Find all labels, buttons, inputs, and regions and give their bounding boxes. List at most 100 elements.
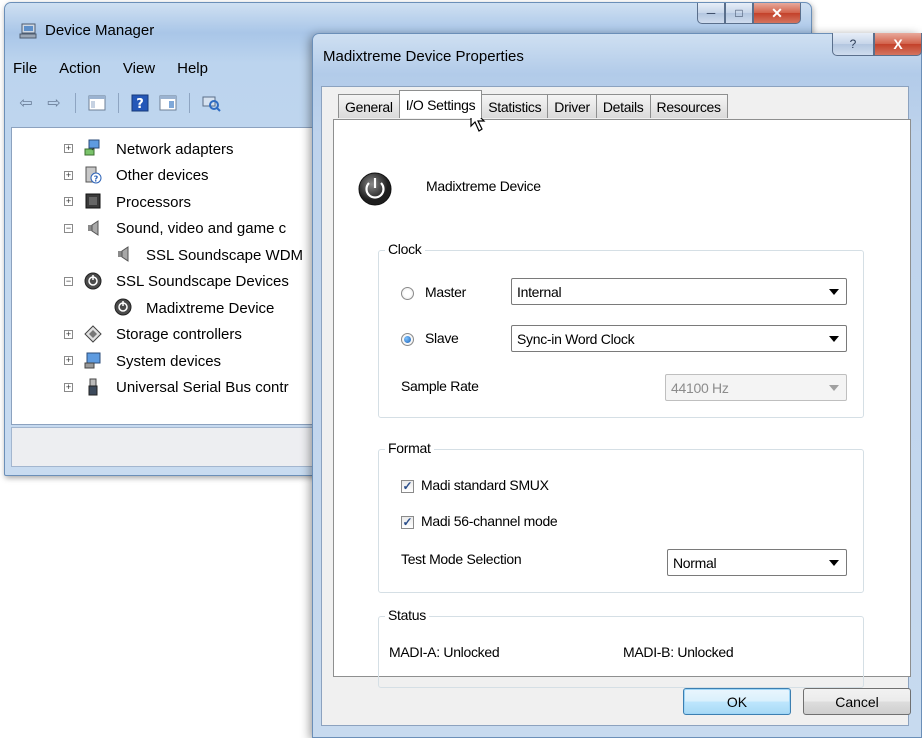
- power-knob-icon: [114, 298, 132, 316]
- minimize-button[interactable]: ─: [697, 3, 725, 24]
- forward-arrow-icon[interactable]: ⇨: [43, 93, 65, 113]
- slave-source-dropdown[interactable]: Sync-in Word Clock: [511, 325, 847, 352]
- expand-icon[interactable]: +: [64, 329, 73, 339]
- expand-icon[interactable]: +: [64, 144, 73, 153]
- maximize-icon: □: [735, 6, 743, 20]
- minimize-icon: ─: [706, 6, 716, 20]
- tree-item-label: Network adapters: [116, 140, 234, 158]
- tab-resources[interactable]: Resources: [649, 94, 728, 118]
- tree-item-system-devices[interactable]: + System devices: [12, 348, 330, 375]
- dialog-close-button[interactable]: X: [874, 33, 922, 56]
- menu-bar: File Action View Help: [9, 53, 329, 83]
- master-source-dropdown[interactable]: Internal: [511, 278, 847, 305]
- tree-item-ssl-soundscape-devices[interactable]: − SSL Soundscape Devices: [12, 269, 330, 296]
- tree-item-ssl-soundscape-wdm[interactable]: SSL Soundscape WDM: [12, 242, 330, 269]
- toolbar-separator: [75, 93, 76, 113]
- tree-item-label: SSL Soundscape Devices: [116, 273, 289, 291]
- close-icon: ✕: [771, 4, 783, 21]
- device-manager-icon: [19, 23, 37, 39]
- device-tree: + Network adapters + ? Other devices + P…: [11, 127, 331, 425]
- test-mode-value: Normal: [673, 554, 717, 571]
- collapse-icon[interactable]: −: [64, 276, 73, 286]
- sample-rate-dropdown: 44100 Hz: [665, 374, 847, 401]
- cancel-button[interactable]: Cancel: [803, 688, 911, 715]
- tree-item-sound-video-game[interactable]: − Sound, video and game c: [12, 216, 330, 243]
- clock-group: Clock Master Internal Slave Sync-in Word…: [378, 241, 864, 418]
- speaker-icon: [88, 219, 99, 236]
- speaker-icon: [118, 246, 129, 262]
- expand-icon[interactable]: +: [64, 356, 73, 365]
- ok-button[interactable]: OK: [683, 688, 791, 715]
- network-icon: [84, 139, 100, 156]
- slave-source-value: Sync-in Word Clock: [517, 330, 635, 347]
- show-hide-console-tree-icon[interactable]: [86, 93, 108, 113]
- storage-icon: [84, 324, 102, 343]
- menu-file[interactable]: File: [13, 60, 37, 77]
- expand-icon[interactable]: +: [64, 170, 73, 180]
- master-radio[interactable]: [401, 287, 414, 300]
- help-icon[interactable]: ?: [129, 93, 151, 113]
- tree-item-other-devices[interactable]: + ? Other devices: [12, 163, 330, 190]
- menu-view[interactable]: View: [123, 60, 155, 77]
- tab-io-settings[interactable]: I/O Settings: [398, 90, 483, 118]
- scan-hardware-icon[interactable]: [200, 93, 222, 113]
- toolbar-separator: [189, 93, 190, 113]
- madi-b-status: MADI-B: Unlocked: [623, 644, 734, 660]
- tree-item-label: Storage controllers: [116, 326, 242, 344]
- smux-label: Madi standard SMUX: [421, 477, 549, 493]
- tab-general[interactable]: General: [338, 94, 400, 118]
- tree-item-label: Other devices: [116, 167, 209, 185]
- menu-help[interactable]: Help: [177, 60, 208, 77]
- io-settings-page: Madixtreme Device Clock Master Internal …: [333, 119, 911, 688]
- window-title: Device Manager: [45, 22, 155, 39]
- master-source-value: Internal: [517, 283, 562, 300]
- unknown-device-icon: ?: [85, 166, 102, 183]
- toolbar-separator: [118, 93, 119, 113]
- smux-checkbox[interactable]: ✓: [401, 480, 414, 493]
- properties-pane-icon[interactable]: [157, 93, 179, 113]
- maximize-button[interactable]: □: [725, 3, 753, 24]
- dialog-caption-buttons: ? X: [832, 33, 922, 57]
- tree-item-madixtreme-device[interactable]: Madixtreme Device: [12, 295, 330, 322]
- dialog-title: Madixtreme Device Properties: [323, 48, 524, 65]
- format-group: Format ✓ Madi standard SMUX ✓ Madi 56-ch…: [378, 440, 864, 593]
- test-mode-label: Test Mode Selection: [401, 551, 522, 567]
- tree-item-storage-controllers[interactable]: + Storage controllers: [12, 322, 330, 349]
- slave-radio[interactable]: [401, 333, 414, 346]
- tree-item-label: SSL Soundscape WDM: [146, 246, 304, 264]
- tree-item-processors[interactable]: + Processors: [12, 189, 330, 216]
- tree-item-network-adapters[interactable]: + Network adapters: [12, 136, 330, 163]
- back-arrow-icon[interactable]: ⇦: [15, 93, 37, 113]
- help-button[interactable]: ?: [832, 33, 874, 56]
- tree-item-label: System devices: [116, 352, 222, 370]
- tree-item-usb-controllers[interactable]: + Universal Serial Bus contr: [12, 375, 330, 402]
- channel-mode-label: Madi 56-channel mode: [421, 513, 558, 529]
- sample-rate-label: Sample Rate: [401, 378, 479, 394]
- svg-text:?: ?: [136, 97, 144, 112]
- status-bar: [11, 427, 331, 467]
- processor-icon: [85, 193, 101, 209]
- menu-action[interactable]: Action: [59, 60, 101, 77]
- expand-icon[interactable]: +: [64, 197, 73, 206]
- properties-dialog: Madixtreme Device Properties ? X General…: [312, 33, 922, 738]
- tab-details[interactable]: Details: [595, 94, 651, 118]
- tree-item-label: Sound, video and game c: [116, 220, 287, 238]
- toolbar: ⇦ ⇨ ?: [9, 85, 329, 121]
- clock-group-title: Clock: [385, 241, 425, 257]
- test-mode-dropdown[interactable]: Normal: [667, 549, 847, 576]
- master-label: Master: [425, 284, 466, 300]
- chevron-down-icon: [829, 560, 839, 566]
- slave-label: Slave: [425, 330, 459, 346]
- power-knob-icon: [84, 272, 102, 289]
- close-button[interactable]: ✕: [753, 3, 801, 24]
- expand-icon[interactable]: +: [64, 382, 73, 392]
- chevron-down-icon: [829, 385, 839, 391]
- chevron-down-icon: [829, 289, 839, 295]
- channel-mode-checkbox[interactable]: ✓: [401, 516, 414, 529]
- collapse-icon[interactable]: −: [64, 223, 73, 233]
- tab-driver[interactable]: Driver: [547, 94, 597, 118]
- system-icon: [84, 352, 101, 369]
- help-question-icon: ?: [849, 37, 857, 51]
- tab-statistics[interactable]: Statistics: [481, 94, 549, 118]
- chevron-down-icon: [829, 336, 839, 342]
